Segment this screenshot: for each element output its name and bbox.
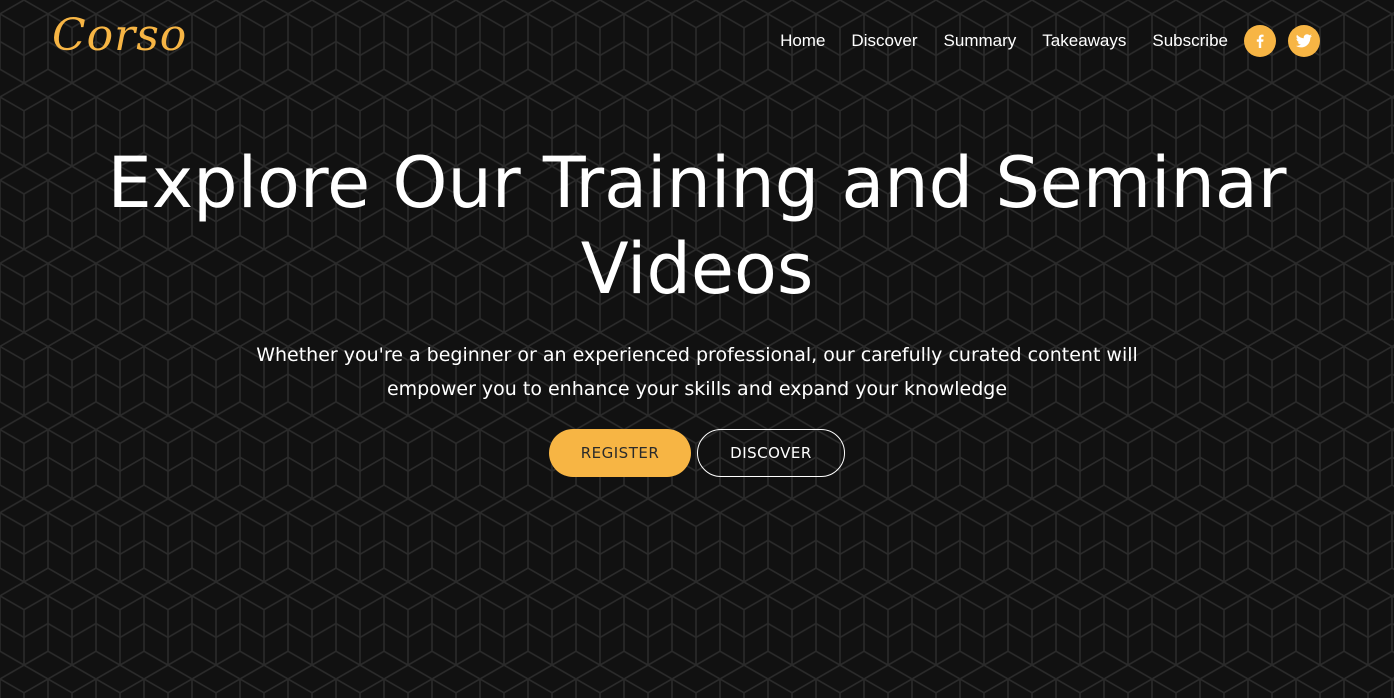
register-button[interactable]: REGISTER	[549, 429, 691, 477]
hero-title: Explore Our Training and Seminar Videos	[107, 142, 1287, 310]
corso-logo[interactable]: Corso	[52, 10, 187, 61]
discover-button[interactable]: DISCOVER	[697, 429, 845, 477]
top-navbar: Corso Home Discover Summary Takeaways Su…	[0, 0, 1394, 84]
twitter-button[interactable]	[1288, 25, 1320, 57]
hero-section: Explore Our Training and Seminar Videos …	[0, 140, 1394, 477]
nav-link-takeaways[interactable]: Takeaways	[1042, 29, 1126, 53]
nav-link-home[interactable]: Home	[780, 29, 825, 53]
hero-buttons: REGISTER DISCOVER	[0, 429, 1394, 477]
nav-link-discover[interactable]: Discover	[851, 29, 917, 53]
facebook-button[interactable]	[1244, 25, 1276, 57]
hero-description: Whether you're a beginner or an experien…	[256, 344, 1138, 400]
nav-link-subscribe[interactable]: Subscribe	[1152, 29, 1228, 53]
facebook-icon	[1256, 34, 1264, 48]
nav-link-summary[interactable]: Summary	[944, 29, 1017, 53]
main-navigation: Home Discover Summary Takeaways Subscrib…	[780, 29, 1228, 53]
twitter-icon	[1296, 34, 1312, 48]
